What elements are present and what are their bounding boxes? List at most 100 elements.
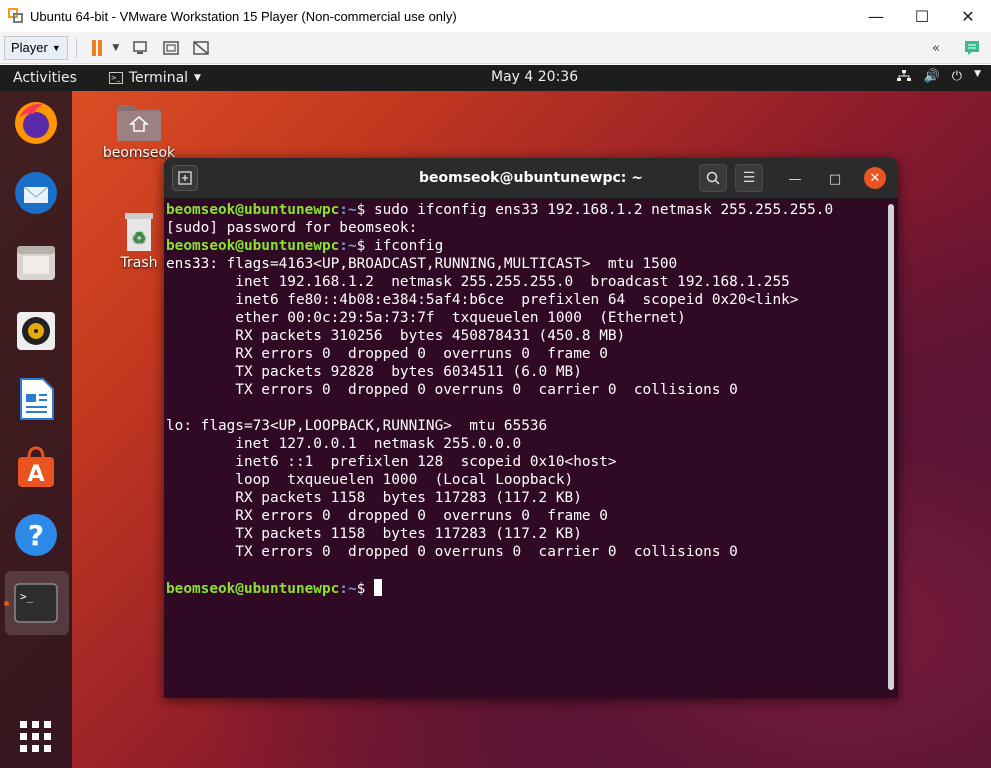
minimize-icon[interactable]: — — [853, 0, 899, 32]
hamburger-menu-icon: ☰ — [742, 170, 756, 186]
prompt-user: beomseok@ubuntunewpc — [166, 581, 340, 597]
terminal-output-line: RX errors 0 dropped 0 overruns 0 frame 0 — [166, 507, 884, 525]
running-indicator — [4, 601, 9, 606]
vmware-toolbar: Player ▼ ▼ « — [0, 32, 991, 64]
new-tab-icon — [178, 171, 192, 185]
prompt-user: beomseok@ubuntunewpc — [166, 238, 340, 254]
terminal-output-line: inet 192.168.1.2 netmask 255.255.255.0 b… — [166, 273, 884, 291]
output-text: RX errors 0 dropped 0 overruns 0 frame 0 — [166, 346, 608, 362]
output-text: RX packets 310256 bytes 450878431 (450.8… — [166, 328, 626, 344]
home-folder-icon — [117, 105, 161, 141]
chevron-down-icon[interactable]: ▼ — [109, 36, 123, 60]
terminal-output-line: ens33: flags=4163<UP,BROADCAST,RUNNING,M… — [166, 255, 884, 273]
power-icon[interactable]: ⏻ — [952, 69, 962, 87]
send-ctrl-alt-del-icon[interactable] — [129, 36, 153, 60]
activities-button[interactable]: Activities — [13, 70, 77, 86]
clock[interactable]: May 4 20:36 — [491, 69, 578, 85]
player-menu-label: Player — [11, 40, 48, 55]
svg-text:?: ? — [28, 519, 44, 552]
search-icon — [706, 171, 720, 185]
terminal-command-line: beomseok@ubuntunewpc:~$ — [166, 579, 884, 597]
prompt-path: :~ — [339, 238, 357, 254]
hamburger-menu-button[interactable]: ☰ — [735, 164, 763, 192]
window-title: Ubuntu 64-bit - VMware Workstation 15 Pl… — [30, 8, 457, 24]
output-text: inet6 ::1 prefixlen 128 scopeid 0x10<hos… — [166, 454, 617, 470]
output-text: inet 127.0.0.1 netmask 255.0.0.0 — [166, 436, 522, 452]
output-text: loop txqueuelen 1000 (Local Loopback) — [166, 472, 574, 488]
search-button[interactable] — [699, 164, 727, 192]
unity-icon[interactable] — [189, 36, 213, 60]
terminal-icon[interactable]: >_ — [12, 579, 60, 627]
network-icon[interactable] — [896, 69, 912, 87]
terminal-output-line: inet 127.0.0.1 netmask 255.0.0.0 — [166, 435, 884, 453]
thunderbird-icon[interactable] — [12, 169, 60, 217]
terminal-headerbar[interactable]: beomseok@ubuntunewpc: ~ ☰ — □ ✕ — [164, 158, 898, 199]
terminal-window[interactable]: beomseok@ubuntunewpc: ~ ☰ — □ ✕ beomseok… — [164, 158, 898, 698]
app-menu-button[interactable]: >_ Terminal ▼ — [108, 70, 201, 86]
svg-text:♻: ♻ — [132, 228, 146, 247]
collapse-icon[interactable]: « — [924, 36, 948, 60]
fit-guest-icon[interactable] — [159, 36, 183, 60]
text-cursor — [373, 579, 382, 596]
show-applications-icon[interactable] — [12, 713, 60, 761]
close-icon[interactable]: ✕ — [945, 0, 991, 32]
close-icon[interactable]: ✕ — [864, 167, 886, 189]
player-menu-button[interactable]: Player ▼ — [4, 35, 68, 60]
firefox-icon[interactable] — [12, 99, 60, 147]
terminal-scrollbar[interactable] — [888, 204, 894, 690]
command-text: sudo ifconfig ens33 192.168.1.2 netmask … — [373, 202, 834, 218]
ubuntu-software-icon[interactable]: A — [12, 443, 60, 491]
home-folder-desktop-icon[interactable]: beomseok — [100, 99, 178, 161]
command-text: ifconfig — [373, 238, 444, 254]
terminal-output-line: RX errors 0 dropped 0 overruns 0 frame 0 — [166, 345, 884, 363]
terminal-command-line: beomseok@ubuntunewpc:~$ ifconfig — [166, 237, 884, 255]
output-text: RX errors 0 dropped 0 overruns 0 frame 0 — [166, 508, 608, 524]
pause-icon[interactable] — [85, 36, 109, 60]
minimize-icon[interactable]: — — [784, 168, 806, 190]
gnome-topbar: Activities >_ Terminal ▼ May 4 20:36 🔊 ⏻… — [0, 65, 991, 91]
chevron-down-icon[interactable]: ▼ — [974, 69, 981, 87]
maximize-icon[interactable]: ☐ — [899, 0, 945, 32]
terminal-output-line: lo: flags=73<UP,LOOPBACK,RUNNING> mtu 65… — [166, 417, 884, 435]
terminal-output-line: TX packets 1158 bytes 117283 (117.2 KB) — [166, 525, 884, 543]
dock: A ? >_ — [0, 91, 72, 768]
files-icon[interactable] — [12, 239, 60, 287]
system-tray[interactable]: 🔊 ⏻ ▼ — [896, 69, 981, 87]
output-text: RX packets 1158 bytes 117283 (117.2 KB) — [166, 490, 582, 506]
app-menu-label: Terminal — [128, 70, 189, 86]
output-text: inet 192.168.1.2 netmask 255.255.255.0 b… — [166, 274, 790, 290]
output-text: lo: flags=73<UP,LOOPBACK,RUNNING> mtu 65… — [166, 418, 548, 434]
terminal-output-line: ether 00:0c:29:5a:73:7f txqueuelen 1000 … — [166, 309, 884, 327]
prompt-symbol: $ — [356, 238, 374, 254]
terminal-output[interactable]: beomseok@ubuntunewpc:~$ sudo ifconfig en… — [166, 201, 884, 696]
rhythmbox-icon[interactable] — [12, 307, 60, 355]
volume-icon[interactable]: 🔊 — [924, 69, 940, 87]
libreoffice-writer-icon[interactable] — [12, 375, 60, 423]
chevron-down-icon: ▼ — [51, 42, 61, 53]
trash-desktop-icon[interactable]: ♻ Trash — [114, 211, 164, 271]
terminal-output-line: TX errors 0 dropped 0 overruns 0 carrier… — [166, 543, 884, 561]
terminal-output-line: RX packets 310256 bytes 450878431 (450.8… — [166, 327, 884, 345]
output-text: TX errors 0 dropped 0 overruns 0 carrier… — [166, 544, 738, 560]
trash-icon: ♻ — [125, 213, 153, 251]
message-icon[interactable] — [960, 36, 984, 60]
prompt-symbol: $ — [356, 581, 374, 597]
output-text: ether 00:0c:29:5a:73:7f txqueuelen 1000 … — [166, 310, 686, 326]
terminal-output-line: TX packets 92828 bytes 6034511 (6.0 MB) — [166, 363, 884, 381]
prompt-user: beomseok@ubuntunewpc — [166, 202, 340, 218]
new-tab-button[interactable] — [172, 165, 198, 191]
svg-text:>_: >_ — [20, 590, 34, 603]
terminal-output-line: TX errors 0 dropped 0 overruns 0 carrier… — [166, 381, 884, 399]
help-icon[interactable]: ? — [12, 511, 60, 559]
trash-label: Trash — [120, 255, 158, 271]
prompt-path: :~ — [339, 202, 357, 218]
terminal-output-line: [sudo] password for beomseok: — [166, 219, 884, 237]
vmware-logo-icon — [8, 8, 24, 24]
output-text: TX packets 92828 bytes 6034511 (6.0 MB) — [166, 364, 582, 380]
output-text: [sudo] password for beomseok: — [166, 220, 418, 236]
ubuntu-desktop: Activities >_ Terminal ▼ May 4 20:36 🔊 ⏻… — [0, 65, 991, 768]
terminal-small-icon: >_ — [108, 72, 123, 84]
maximize-icon[interactable]: □ — [824, 168, 846, 190]
output-text: TX errors 0 dropped 0 overruns 0 carrier… — [166, 382, 738, 398]
